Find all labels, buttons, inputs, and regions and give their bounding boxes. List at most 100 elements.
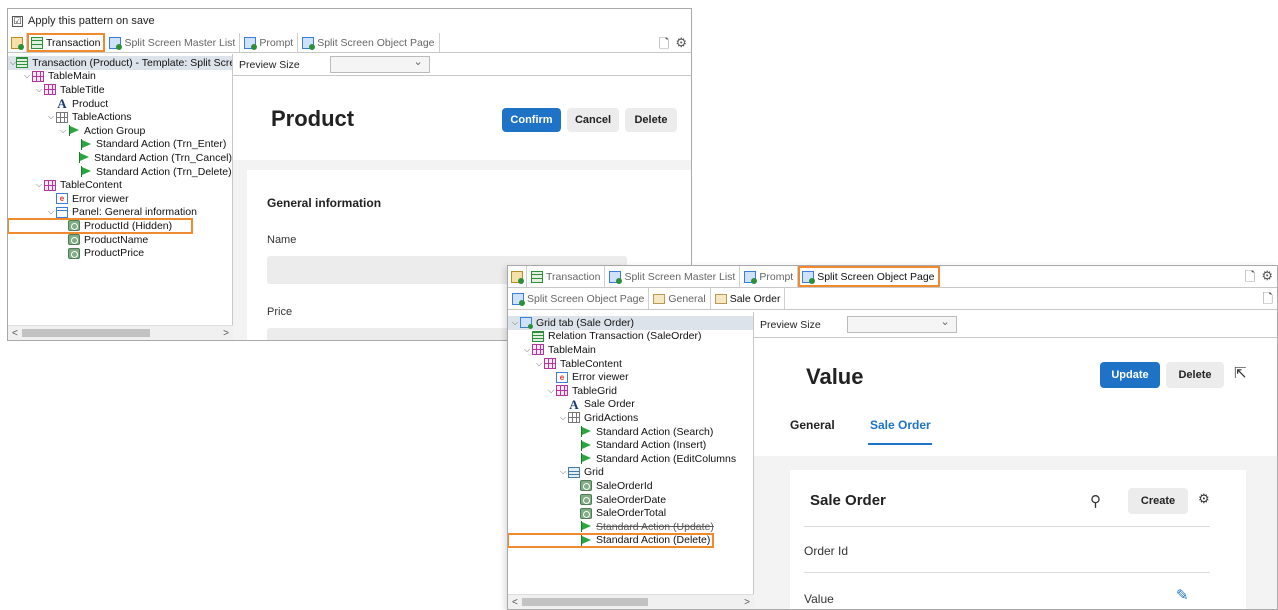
add-element-icon[interactable]: 🗋 bbox=[1263, 290, 1273, 312]
tree-node-label: ProductPrice bbox=[84, 247, 145, 260]
error-viewer-icon: e bbox=[56, 193, 68, 205]
tree-node[interactable]: ⌵ Grid tab (Sale Order) bbox=[508, 316, 753, 330]
tab-prompt[interactable]: Prompt bbox=[740, 266, 799, 287]
tab-sale-order[interactable]: Sale Order bbox=[870, 418, 931, 432]
search-icon[interactable]: ⚲ bbox=[1090, 494, 1101, 509]
tree-horizontal-scrollbar[interactable]: < > bbox=[508, 594, 754, 609]
scroll-right-arrow[interactable]: > bbox=[223, 328, 229, 339]
create-button[interactable]: Create bbox=[1128, 488, 1188, 514]
web-panel-icon bbox=[609, 270, 623, 284]
subtab-sale-order[interactable]: Sale Order bbox=[711, 288, 786, 309]
cancel-button[interactable]: Cancel bbox=[567, 108, 619, 132]
pattern-settings-icon[interactable] bbox=[8, 33, 27, 52]
tab-split-screen-master-list[interactable]: Split Screen Master List bbox=[605, 266, 741, 287]
scroll-left-arrow[interactable]: < bbox=[12, 328, 18, 339]
gear-icon[interactable]: ⚙ bbox=[1261, 268, 1273, 290]
tree-node[interactable]: Standard Action (EditColumns bbox=[508, 452, 753, 466]
chevron-down-icon[interactable]: ⌵ bbox=[546, 386, 556, 396]
tree-node[interactable]: ⌵ TableMain bbox=[508, 343, 753, 357]
flag-action-icon bbox=[78, 152, 90, 164]
tree-node[interactable]: ⌵ TableGrid bbox=[508, 384, 753, 398]
chevron-down-icon[interactable]: ⌵ bbox=[34, 85, 44, 95]
tree-node-label: GridActions bbox=[584, 411, 639, 424]
tree-node[interactable]: SaleOrderId bbox=[508, 479, 753, 493]
tree-node[interactable]: ProductName bbox=[8, 233, 232, 247]
scrollbar-thumb[interactable] bbox=[22, 329, 150, 337]
chevron-down-icon[interactable]: ⌵ bbox=[34, 180, 44, 190]
chevron-down-icon[interactable]: ⌵ bbox=[22, 71, 32, 81]
tree-node[interactable]: ⌵ GridActions bbox=[508, 411, 753, 425]
chevron-down-icon[interactable]: ⌵ bbox=[558, 413, 568, 423]
tree-node[interactable]: Standard Action (Trn_Cancel) bbox=[8, 151, 232, 165]
pencil-edit-icon[interactable]: ✎ bbox=[1176, 588, 1189, 603]
tree-node[interactable]: ⌵ TableTitle bbox=[8, 83, 232, 97]
chevron-down-icon[interactable]: ⌵ bbox=[46, 112, 56, 122]
tree-node[interactable]: A Product bbox=[8, 97, 232, 111]
tree-node[interactable]: Standard Action (Search) bbox=[508, 425, 753, 439]
scrollbar-thumb[interactable] bbox=[522, 598, 648, 606]
tree-node[interactable]: ⌵ TableContent bbox=[8, 178, 232, 192]
update-button[interactable]: Update bbox=[1100, 362, 1160, 388]
tree-node[interactable]: ProductId (Hidden) bbox=[8, 218, 193, 234]
delete-button[interactable]: Delete bbox=[625, 108, 677, 132]
tree-node[interactable]: ⌵ TableContent bbox=[508, 357, 753, 371]
tree-node[interactable]: Relation Transaction (SaleOrder) bbox=[508, 330, 753, 344]
chevron-down-icon[interactable]: ⌵ bbox=[522, 345, 532, 355]
tree-node[interactable]: SaleOrderDate bbox=[508, 493, 753, 507]
flag-action-icon bbox=[580, 453, 592, 465]
name-label: Name bbox=[267, 234, 297, 246]
pattern-settings-icon[interactable] bbox=[508, 266, 527, 287]
tree-node[interactable]: Standard Action (Trn_Enter) bbox=[8, 138, 232, 152]
tree-node[interactable]: SaleOrderTotal bbox=[508, 506, 753, 520]
sale-order-grid-card: Sale Order ⚲ Create ⚙ Order Id Value ✎ bbox=[790, 470, 1246, 609]
preview-size-select[interactable] bbox=[329, 55, 430, 73]
tree-node[interactable]: ⌵ TableMain bbox=[8, 70, 232, 84]
tree-horizontal-scrollbar[interactable]: < > bbox=[8, 325, 233, 340]
tree-node-label: Standard Action (Search) bbox=[596, 425, 714, 438]
tree-node[interactable]: e Error viewer bbox=[508, 370, 753, 384]
chevron-down-icon[interactable]: ⌵ bbox=[558, 467, 568, 477]
delete-button[interactable]: Delete bbox=[1166, 362, 1224, 388]
preview-size-select[interactable] bbox=[846, 315, 957, 333]
tab-split-screen-object-page[interactable]: Split Screen Object Page bbox=[798, 266, 940, 287]
subtab-general[interactable]: General bbox=[649, 288, 711, 309]
tree-node[interactable]: ⌵ Grid bbox=[508, 466, 753, 480]
tree-node[interactable]: Standard Action (Delete) bbox=[508, 532, 714, 549]
tab-general[interactable]: General bbox=[790, 418, 835, 432]
attribute-icon bbox=[68, 220, 80, 232]
tree-node[interactable]: ProductPrice bbox=[8, 246, 232, 260]
confirm-button[interactable]: Confirm bbox=[502, 108, 561, 132]
chevron-down-icon[interactable]: ⌵ bbox=[510, 318, 520, 328]
tab-label: Split Screen Master List bbox=[124, 36, 236, 49]
tree-node[interactable]: ⌵ Panel: General information bbox=[8, 206, 232, 220]
tree-node[interactable]: A Sale Order bbox=[508, 398, 753, 412]
chevron-down-icon[interactable]: ⌵ bbox=[46, 207, 56, 217]
scroll-left-arrow[interactable]: < bbox=[512, 597, 518, 608]
attribute-icon bbox=[580, 507, 592, 519]
tree-node[interactable]: ⌵ Transaction (Product) - Template: Split… bbox=[8, 56, 232, 70]
tree-node[interactable]: e Error viewer bbox=[8, 192, 232, 206]
open-external-icon[interactable]: ⇱ bbox=[1234, 366, 1247, 381]
chevron-down-icon[interactable]: ⌵ bbox=[534, 359, 544, 369]
tab-prompt[interactable]: Prompt bbox=[240, 33, 299, 52]
page-title: Value bbox=[806, 364, 864, 389]
tree-node-label: Relation Transaction (SaleOrder) bbox=[548, 330, 702, 343]
table-icon bbox=[532, 344, 544, 356]
tree-node[interactable]: Standard Action (Update) bbox=[508, 520, 753, 534]
tree-node[interactable]: ⌵ TableActions bbox=[8, 110, 232, 124]
apply-pattern-checkbox[interactable]: ☑ bbox=[12, 15, 23, 27]
apply-pattern-row[interactable]: ☑ Apply this pattern on save bbox=[8, 9, 691, 33]
tab-transaction[interactable]: Transaction bbox=[527, 266, 606, 287]
tree-node[interactable]: Standard Action (Trn_Delete) bbox=[8, 165, 232, 179]
tab-split-screen-master-list[interactable]: Split Screen Master List bbox=[105, 33, 241, 52]
chevron-down-icon[interactable]: ⌵ bbox=[58, 126, 68, 136]
subtab-split-screen-object-page[interactable]: Split Screen Object Page bbox=[508, 288, 650, 309]
settings-columns-icon[interactable]: ⚙ bbox=[1198, 492, 1210, 505]
tab-split-screen-object-page[interactable]: Split Screen Object Page bbox=[298, 33, 440, 52]
tree-node[interactable]: Standard Action (Insert) bbox=[508, 438, 753, 452]
scroll-right-arrow[interactable]: > bbox=[744, 597, 750, 608]
tab-transaction[interactable]: Transaction bbox=[27, 33, 106, 52]
tree-node[interactable]: ⌵ Action Group bbox=[8, 124, 232, 138]
tree-node-label: Standard Action (Trn_Delete) bbox=[96, 165, 232, 178]
add-instance-icon[interactable]: 🗋 bbox=[1245, 268, 1255, 290]
